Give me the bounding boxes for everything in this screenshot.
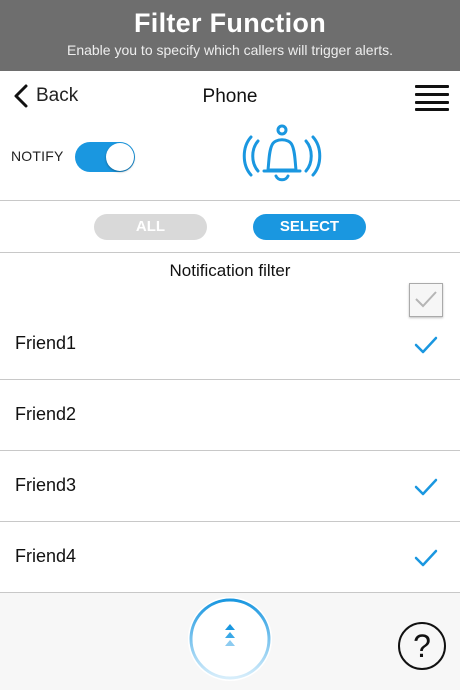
header-banner: Filter Function Enable you to specify wh… <box>0 0 460 71</box>
friend-row-3[interactable]: Friend3 <box>0 451 460 521</box>
segment-select-button[interactable]: SELECT <box>253 214 366 240</box>
hamburger-menu-icon[interactable] <box>415 85 449 111</box>
check-icon <box>414 549 438 567</box>
nav-bar: Back Phone <box>0 71 460 123</box>
friend-name: Friend1 <box>15 333 77 353</box>
notify-toggle[interactable] <box>75 142 135 172</box>
toggle-knob <box>106 143 134 171</box>
check-icon <box>414 336 438 354</box>
banner-subtitle: Enable you to specify which callers will… <box>66 42 394 58</box>
check-icon <box>414 478 438 496</box>
notify-label: NOTIFY <box>11 148 64 164</box>
friend-row-1[interactable]: Friend1 <box>0 309 460 379</box>
friend-name: Friend4 <box>15 546 77 566</box>
double-chevron-up-icon <box>189 598 271 680</box>
help-button[interactable]: ? <box>397 621 447 671</box>
page-title: Phone <box>202 86 258 107</box>
divider <box>0 252 460 253</box>
divider <box>0 200 460 201</box>
friend-name: Friend2 <box>15 404 77 424</box>
help-glyph: ? <box>413 628 431 664</box>
notify-row: NOTIFY <box>0 123 460 200</box>
banner-title: Filter Function <box>134 8 326 38</box>
notification-filter-title: Notification filter <box>169 261 291 280</box>
scroll-up-button[interactable] <box>188 597 272 681</box>
friend-row-2[interactable]: Friend2 <box>0 380 460 450</box>
question-mark-icon: ? <box>398 622 446 670</box>
check-icon <box>415 291 437 308</box>
friend-name: Friend3 <box>15 475 77 495</box>
ringing-bell-icon <box>242 124 322 182</box>
friend-row-4[interactable]: Friend4 <box>0 522 460 592</box>
segment-all-button[interactable]: ALL <box>94 214 207 240</box>
